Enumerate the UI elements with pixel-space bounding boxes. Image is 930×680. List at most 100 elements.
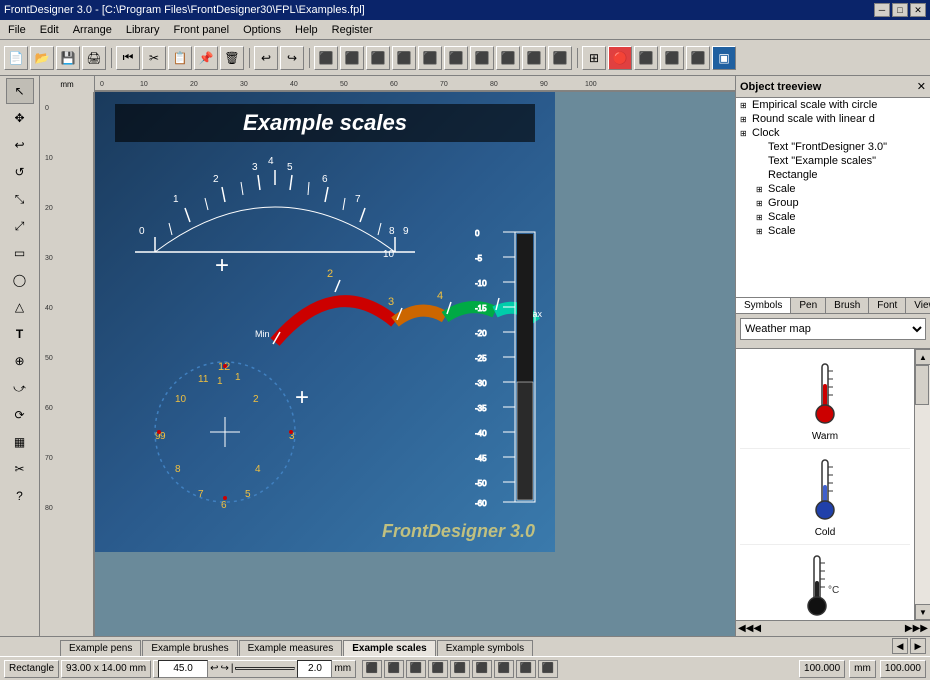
toolbar-color[interactable]: 🔴: [608, 46, 632, 70]
tool-ellipse[interactable]: ◯: [6, 267, 34, 293]
tab-view[interactable]: View: [906, 298, 930, 313]
scroll-track[interactable]: [915, 365, 930, 604]
tool-pattern[interactable]: ▦: [6, 429, 34, 455]
maximize-button[interactable]: □: [892, 3, 908, 17]
treeview-close[interactable]: ✕: [917, 80, 926, 93]
status-tool-7[interactable]: ⬛: [494, 660, 514, 678]
tree-item-text2[interactable]: Text "Example scales": [736, 154, 930, 168]
tool-polygon[interactable]: △: [6, 294, 34, 320]
tab-example-symbols[interactable]: Example symbols: [437, 640, 533, 656]
symbol-cold[interactable]: Cold: [740, 449, 910, 545]
status-tool-4[interactable]: ⬛: [428, 660, 448, 678]
menu-help[interactable]: Help: [289, 22, 324, 38]
tool-select[interactable]: ↖: [6, 78, 34, 104]
status-tool-1[interactable]: ⬛: [362, 660, 382, 678]
tab-brush[interactable]: Brush: [826, 298, 869, 313]
menu-edit[interactable]: Edit: [34, 22, 65, 38]
tool-scale-v[interactable]: ⤢: [6, 213, 34, 239]
menu-arrange[interactable]: Arrange: [67, 22, 118, 38]
menu-options[interactable]: Options: [237, 22, 287, 38]
toolbar-redo[interactable]: ↪: [280, 46, 304, 70]
tab-example-brushes[interactable]: Example brushes: [142, 640, 237, 656]
symbol-celsius[interactable]: °C Celsius: [740, 545, 910, 620]
toolbar-view3[interactable]: ⬛: [686, 46, 710, 70]
tab-symbols[interactable]: Symbols: [736, 298, 791, 313]
tree-item-clock[interactable]: ⊞Clock: [736, 126, 930, 140]
toolbar-align-b[interactable]: ⬛: [444, 46, 468, 70]
canvas[interactable]: Example scales: [95, 92, 735, 636]
menu-register[interactable]: Register: [326, 22, 379, 38]
scroll-right-arrows[interactable]: ▶▶▶: [905, 623, 928, 634]
minimize-button[interactable]: ─: [874, 3, 890, 17]
tree-item-empirical[interactable]: ⊞Empirical scale with circle: [736, 98, 930, 112]
status-undo1[interactable]: ↩: [210, 663, 218, 674]
toolbar-first[interactable]: ⏮: [116, 46, 140, 70]
toolbar-print[interactable]: 🖨: [82, 46, 106, 70]
tool-rotate-ccw[interactable]: ↩: [6, 132, 34, 158]
right-scrollbar[interactable]: ▲ ▼: [914, 349, 930, 620]
toolbar-align-l[interactable]: ⬛: [314, 46, 338, 70]
symbols-dropdown[interactable]: Weather map Clocks Scales Electronics: [740, 318, 926, 340]
toolbar-view2[interactable]: ⬛: [660, 46, 684, 70]
toolbar-view4[interactable]: ▣: [712, 46, 736, 70]
tab-font[interactable]: Font: [869, 298, 906, 313]
status-redo1[interactable]: ↪: [220, 663, 228, 674]
tool-rect[interactable]: ▭: [6, 240, 34, 266]
menu-file[interactable]: File: [2, 22, 32, 38]
tab-scroll-left[interactable]: ◀: [892, 638, 908, 654]
scroll-left-arrows[interactable]: ◀◀◀: [738, 623, 761, 634]
tool-rotate-cw[interactable]: ↺: [6, 159, 34, 185]
tree-item-scale3[interactable]: ⊞Scale: [736, 224, 930, 238]
toolbar-dist-h[interactable]: ⬛: [470, 46, 494, 70]
toolbar-undo[interactable]: ↩: [254, 46, 278, 70]
toolbar-align-t[interactable]: ⬛: [392, 46, 416, 70]
toolbar-new[interactable]: 📄: [4, 46, 28, 70]
scroll-up-arrow[interactable]: ▲: [915, 349, 930, 365]
menu-front-panel[interactable]: Front panel: [167, 22, 235, 38]
tree-item-group[interactable]: ⊞Group: [736, 196, 930, 210]
close-button[interactable]: ✕: [910, 3, 926, 17]
tool-arc[interactable]: ⤻: [6, 375, 34, 401]
tab-example-measures[interactable]: Example measures: [239, 640, 343, 656]
status-tool-9[interactable]: ⬛: [538, 660, 558, 678]
toolbar-delete[interactable]: 🗑: [220, 46, 244, 70]
status-tool-8[interactable]: ⬛: [516, 660, 536, 678]
status-tool-5[interactable]: ⬛: [450, 660, 470, 678]
tree-item-rect[interactable]: Rectangle: [736, 168, 930, 182]
symbol-warm[interactable]: Warm: [740, 353, 910, 449]
toolbar-group[interactable]: ⬛: [522, 46, 546, 70]
tool-help[interactable]: ?: [6, 483, 34, 509]
toolbar-ungroup[interactable]: ⬛: [548, 46, 572, 70]
status-linewidth-input[interactable]: [297, 660, 332, 678]
toolbar-open[interactable]: 📂: [30, 46, 54, 70]
toolbar-save[interactable]: 💾: [56, 46, 80, 70]
toolbar-dist-v[interactable]: ⬛: [496, 46, 520, 70]
toolbar-view1[interactable]: ⬛: [634, 46, 658, 70]
tool-crosshair[interactable]: ⊕: [6, 348, 34, 374]
status-tool-2[interactable]: ⬛: [384, 660, 404, 678]
status-tool-3[interactable]: ⬛: [406, 660, 426, 678]
toolbar-grid[interactable]: ⊞: [582, 46, 606, 70]
menu-library[interactable]: Library: [120, 22, 166, 38]
toolbar-align-r[interactable]: ⬛: [366, 46, 390, 70]
tree-item-round-scale[interactable]: ⊞Round scale with linear d: [736, 112, 930, 126]
toolbar-align-m[interactable]: ⬛: [418, 46, 442, 70]
tool-circle[interactable]: ⟳: [6, 402, 34, 428]
tool-scale-h[interactable]: ⤡: [6, 186, 34, 212]
toolbar-paste[interactable]: 📌: [194, 46, 218, 70]
tab-scroll-right[interactable]: ▶: [910, 638, 926, 654]
tool-scissors[interactable]: ✂: [6, 456, 34, 482]
tree-item-text1[interactable]: Text "FrontDesigner 3.0": [736, 140, 930, 154]
toolbar-copy[interactable]: 📋: [168, 46, 192, 70]
toolbar-cut[interactable]: ✂: [142, 46, 166, 70]
tool-text[interactable]: T: [6, 321, 34, 347]
tab-example-pens[interactable]: Example pens: [60, 640, 141, 656]
tree-item-scale2[interactable]: ⊞Scale: [736, 210, 930, 224]
tab-pen[interactable]: Pen: [791, 298, 826, 313]
tool-move[interactable]: ✥: [6, 105, 34, 131]
status-tool-6[interactable]: ⬛: [472, 660, 492, 678]
toolbar-align-c[interactable]: ⬛: [340, 46, 364, 70]
scroll-down-arrow[interactable]: ▼: [915, 604, 930, 620]
status-angle-input[interactable]: [158, 660, 208, 678]
tab-example-scales[interactable]: Example scales: [343, 640, 436, 656]
